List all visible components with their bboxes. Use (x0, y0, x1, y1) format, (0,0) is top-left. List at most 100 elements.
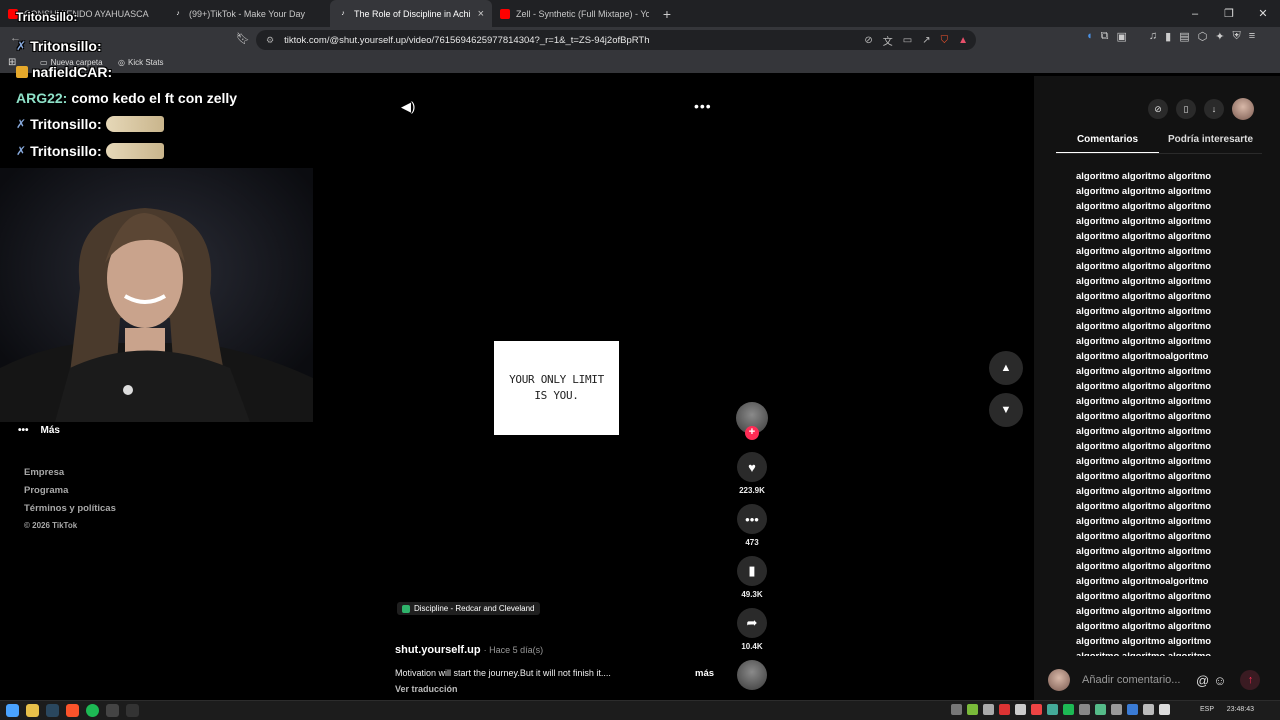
heart-icon: ♥ (737, 452, 767, 482)
tray-icon[interactable] (1063, 704, 1074, 715)
mention-icon[interactable]: @ (1196, 673, 1209, 688)
tab-discipline-video[interactable]: ♪ The Role of Discipline in Achi × (330, 0, 492, 27)
tray-icon[interactable] (1095, 704, 1106, 715)
tray-icon[interactable] (999, 704, 1010, 715)
menu-icon[interactable]: ≡ (1249, 30, 1255, 43)
language-indicator[interactable]: ESP (1200, 706, 1214, 713)
webcam-feed (0, 168, 313, 422)
terminal-icon[interactable] (126, 704, 139, 717)
tray-icon[interactable] (1127, 704, 1138, 715)
footer-link-empresa[interactable]: Empresa (24, 467, 116, 478)
volume-icon[interactable]: ◀) (401, 99, 415, 115)
windows-start-icon[interactable] (6, 704, 19, 717)
bookmark-icon[interactable]: 🔖︎ (236, 32, 250, 45)
cast-icon[interactable]: ▭ (903, 35, 912, 46)
tiktok-icon: ♪ (176, 10, 180, 17)
emoji-icon[interactable]: ☺ (1213, 673, 1226, 688)
follow-plus-icon[interactable]: + (745, 426, 759, 440)
brave-icon[interactable] (66, 704, 79, 717)
previous-video-button[interactable]: ▲ (989, 351, 1023, 385)
tray-icon[interactable] (1111, 704, 1122, 715)
comment-item: algoritmo algoritmoalgoritmo (1076, 351, 1209, 362)
tab-label: (99+)TikTok - Make Your Day (189, 8, 305, 19)
share-icon[interactable]: ↗ (922, 35, 930, 46)
compass-icon[interactable]: ⊘ (1148, 99, 1168, 119)
url-field[interactable]: ⚙ tiktok.com/@shut.yourself.up/video/761… (256, 30, 976, 50)
bookmark-kick-stats[interactable]: ◎ Kick Stats (118, 58, 164, 67)
tray-icon[interactable] (1031, 704, 1042, 715)
tab-comentarios[interactable]: Comentarios (1056, 134, 1159, 154)
share-button[interactable]: ➦ 10.4K (734, 608, 770, 651)
send-comment-button[interactable]: ↑ (1240, 670, 1261, 690)
brave-shield-icon[interactable]: ⛉ (941, 35, 949, 46)
translate-icon[interactable]: 文 (883, 33, 893, 48)
comment-button[interactable]: ••• 473 (734, 504, 770, 547)
omnibox-actions: ⊘ 文 ▭ ↗ ⛉ ▲ (864, 30, 968, 50)
tab-podria-interesarte[interactable]: Podría interesarte (1159, 134, 1262, 154)
next-video-button[interactable]: ▼ (989, 393, 1023, 427)
clock[interactable]: 23:48:43 (1227, 706, 1254, 713)
new-tab-button[interactable]: + (657, 6, 677, 22)
steam-icon[interactable] (46, 704, 59, 717)
spotify-icon[interactable] (86, 704, 99, 717)
video-player[interactable]: ◀) ••• YOUR ONLY LIMIT IS YOU. Disciplin… (390, 94, 722, 706)
extension-window-icon[interactable]: ▣ (1117, 30, 1127, 43)
save-count: 49.3K (741, 590, 763, 599)
tray-icon[interactable] (1079, 704, 1090, 715)
more-menu[interactable]: ••• Más (18, 425, 60, 436)
like-button[interactable]: ♥ 223.9K (734, 452, 770, 495)
creator-avatar-button[interactable]: + (734, 402, 770, 440)
site-info-icon[interactable]: ⚙ (266, 35, 274, 46)
caption-more-link[interactable]: más (695, 668, 714, 679)
obs-icon[interactable] (106, 704, 119, 717)
tab-youtube-mixtape[interactable]: Zell - Synthetic (Full Mixtape) - YouTu (492, 0, 657, 27)
tab-divider (1056, 153, 1262, 154)
shield-icon[interactable]: ⛨ (1232, 30, 1240, 43)
chevron-down-icon: ▼ (1000, 404, 1012, 416)
tray-icon[interactable] (1159, 704, 1170, 715)
save-button[interactable]: ▮ 49.3K (734, 556, 770, 599)
see-translation-link[interactable]: Ver traducción (395, 684, 458, 694)
restore-icon[interactable]: ❐ (1212, 0, 1246, 27)
leo-ai-icon[interactable]: ✦ (1215, 30, 1224, 43)
extension-audio-icon[interactable]: ◖ (1086, 30, 1093, 43)
profile-avatar[interactable] (1232, 98, 1254, 120)
more-options-icon[interactable]: ••• (694, 98, 712, 114)
chat-user: Tritonsillo: (30, 38, 102, 54)
extension-puzzle-icon[interactable]: ⧉ (1101, 30, 1109, 43)
comment-item: algoritmo algoritmo algoritmo (1076, 291, 1212, 302)
phone-icon[interactable]: ▯ (1176, 99, 1196, 119)
comment-item: algoritmo algoritmo algoritmo (1076, 261, 1212, 272)
chat-user: Tritonsillo: (30, 143, 102, 159)
comment-item: algoritmo algoritmo algoritmo (1076, 471, 1212, 482)
tray-icon[interactable] (967, 704, 978, 715)
vpn-icon[interactable]: ⬡ (1198, 30, 1208, 43)
tray-icon[interactable] (1143, 704, 1154, 715)
footer-link-programa[interactable]: Programa (24, 485, 116, 496)
close-tab-icon[interactable]: × (478, 8, 484, 20)
wallet-icon[interactable]: ▤ (1179, 30, 1189, 43)
file-explorer-icon[interactable] (26, 704, 39, 717)
comment-item: algoritmo algoritmo algoritmo (1076, 649, 1256, 656)
media-icon[interactable]: ♫ (1149, 30, 1157, 43)
tray-icon[interactable] (1047, 704, 1058, 715)
brave-rewards-icon[interactable]: ▲ (958, 35, 968, 46)
tab-tiktok-home[interactable]: ♪ (99+)TikTok - Make Your Day (165, 0, 330, 27)
download-icon[interactable]: ↓ (1204, 99, 1224, 119)
music-tag[interactable]: Discipline - Redcar and Cleveland (397, 602, 540, 615)
mute-site-icon[interactable]: ⊘ (864, 35, 872, 46)
sidebar-icon[interactable]: ▮ (1165, 30, 1171, 43)
footer-link-terminos[interactable]: Términos y políticas (24, 503, 116, 514)
emote-image (105, 116, 164, 132)
streamer-image (0, 168, 313, 422)
tray-icon[interactable] (983, 704, 994, 715)
chat-user: ARG22: (16, 90, 68, 106)
author-name[interactable]: shut.yourself.up (395, 644, 481, 656)
tray-icon[interactable] (1015, 704, 1026, 715)
comment-input[interactable]: Añadir comentario... (1082, 674, 1192, 686)
extension-icons: ◖ ⧉ ▣ ♫ ▮ ▤ ⬡ ✦ ⛨ ≡ (1086, 30, 1255, 43)
minimize-icon[interactable]: – (1178, 0, 1212, 27)
tray-icon[interactable] (951, 704, 962, 715)
music-disc-button[interactable] (734, 660, 770, 690)
close-window-icon[interactable]: ✕ (1246, 0, 1280, 27)
